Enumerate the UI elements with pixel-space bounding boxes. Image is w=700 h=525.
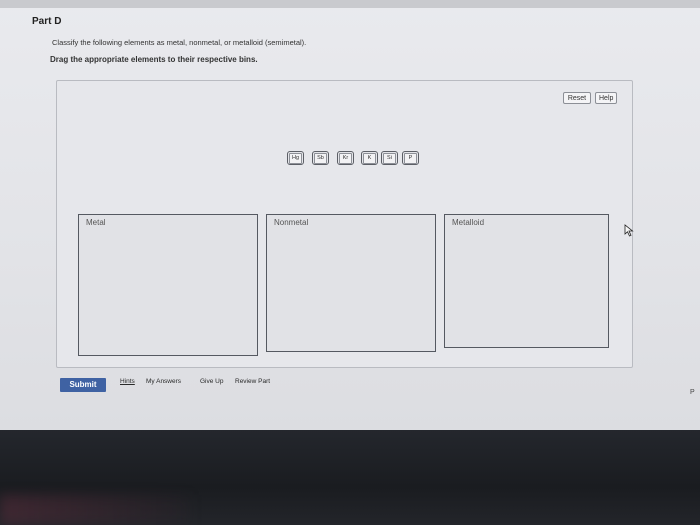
- element-label: K: [363, 152, 376, 164]
- screen-top-strip: [0, 0, 700, 8]
- submit-button[interactable]: Submit: [60, 378, 106, 392]
- element-label: P: [404, 152, 417, 164]
- nonmetal-bin-label: Nonmetal: [274, 218, 309, 227]
- review-part-link[interactable]: Review Part: [235, 378, 270, 385]
- metal-bin-label: Metal: [86, 218, 106, 227]
- element-tile-hg[interactable]: Hg: [287, 151, 304, 165]
- instruction-text: Classify the following elements as metal…: [52, 38, 307, 47]
- element-tile-sb[interactable]: Sb: [312, 151, 329, 165]
- element-tile-si[interactable]: Si: [381, 151, 398, 165]
- instruction-drag-text: Drag the appropriate elements to their r…: [50, 55, 258, 64]
- my-answers-link[interactable]: My Answers: [146, 378, 181, 385]
- element-label: Kr: [339, 152, 352, 164]
- metalloid-bin-label: Metalloid: [452, 218, 485, 227]
- edge-partial-text: P: [690, 389, 695, 396]
- mouse-pointer-icon: [624, 224, 634, 237]
- metal-bin[interactable]: Metal: [78, 214, 258, 356]
- part-title: Part D: [32, 16, 62, 27]
- nonmetal-bin[interactable]: Nonmetal: [266, 214, 436, 352]
- element-tile-p[interactable]: P: [402, 151, 419, 165]
- element-tile-k[interactable]: K: [361, 151, 378, 165]
- give-up-link[interactable]: Give Up: [200, 378, 223, 385]
- element-tile-kr[interactable]: Kr: [337, 151, 354, 165]
- hints-link[interactable]: Hints: [120, 378, 135, 385]
- element-label: Sb: [314, 152, 327, 164]
- metalloid-bin[interactable]: Metalloid: [444, 214, 609, 348]
- help-button[interactable]: Help: [595, 92, 617, 104]
- element-label: Si: [383, 152, 396, 164]
- element-label: Hg: [289, 152, 302, 164]
- reset-button[interactable]: Reset: [563, 92, 591, 104]
- bezel-glare: [0, 495, 190, 525]
